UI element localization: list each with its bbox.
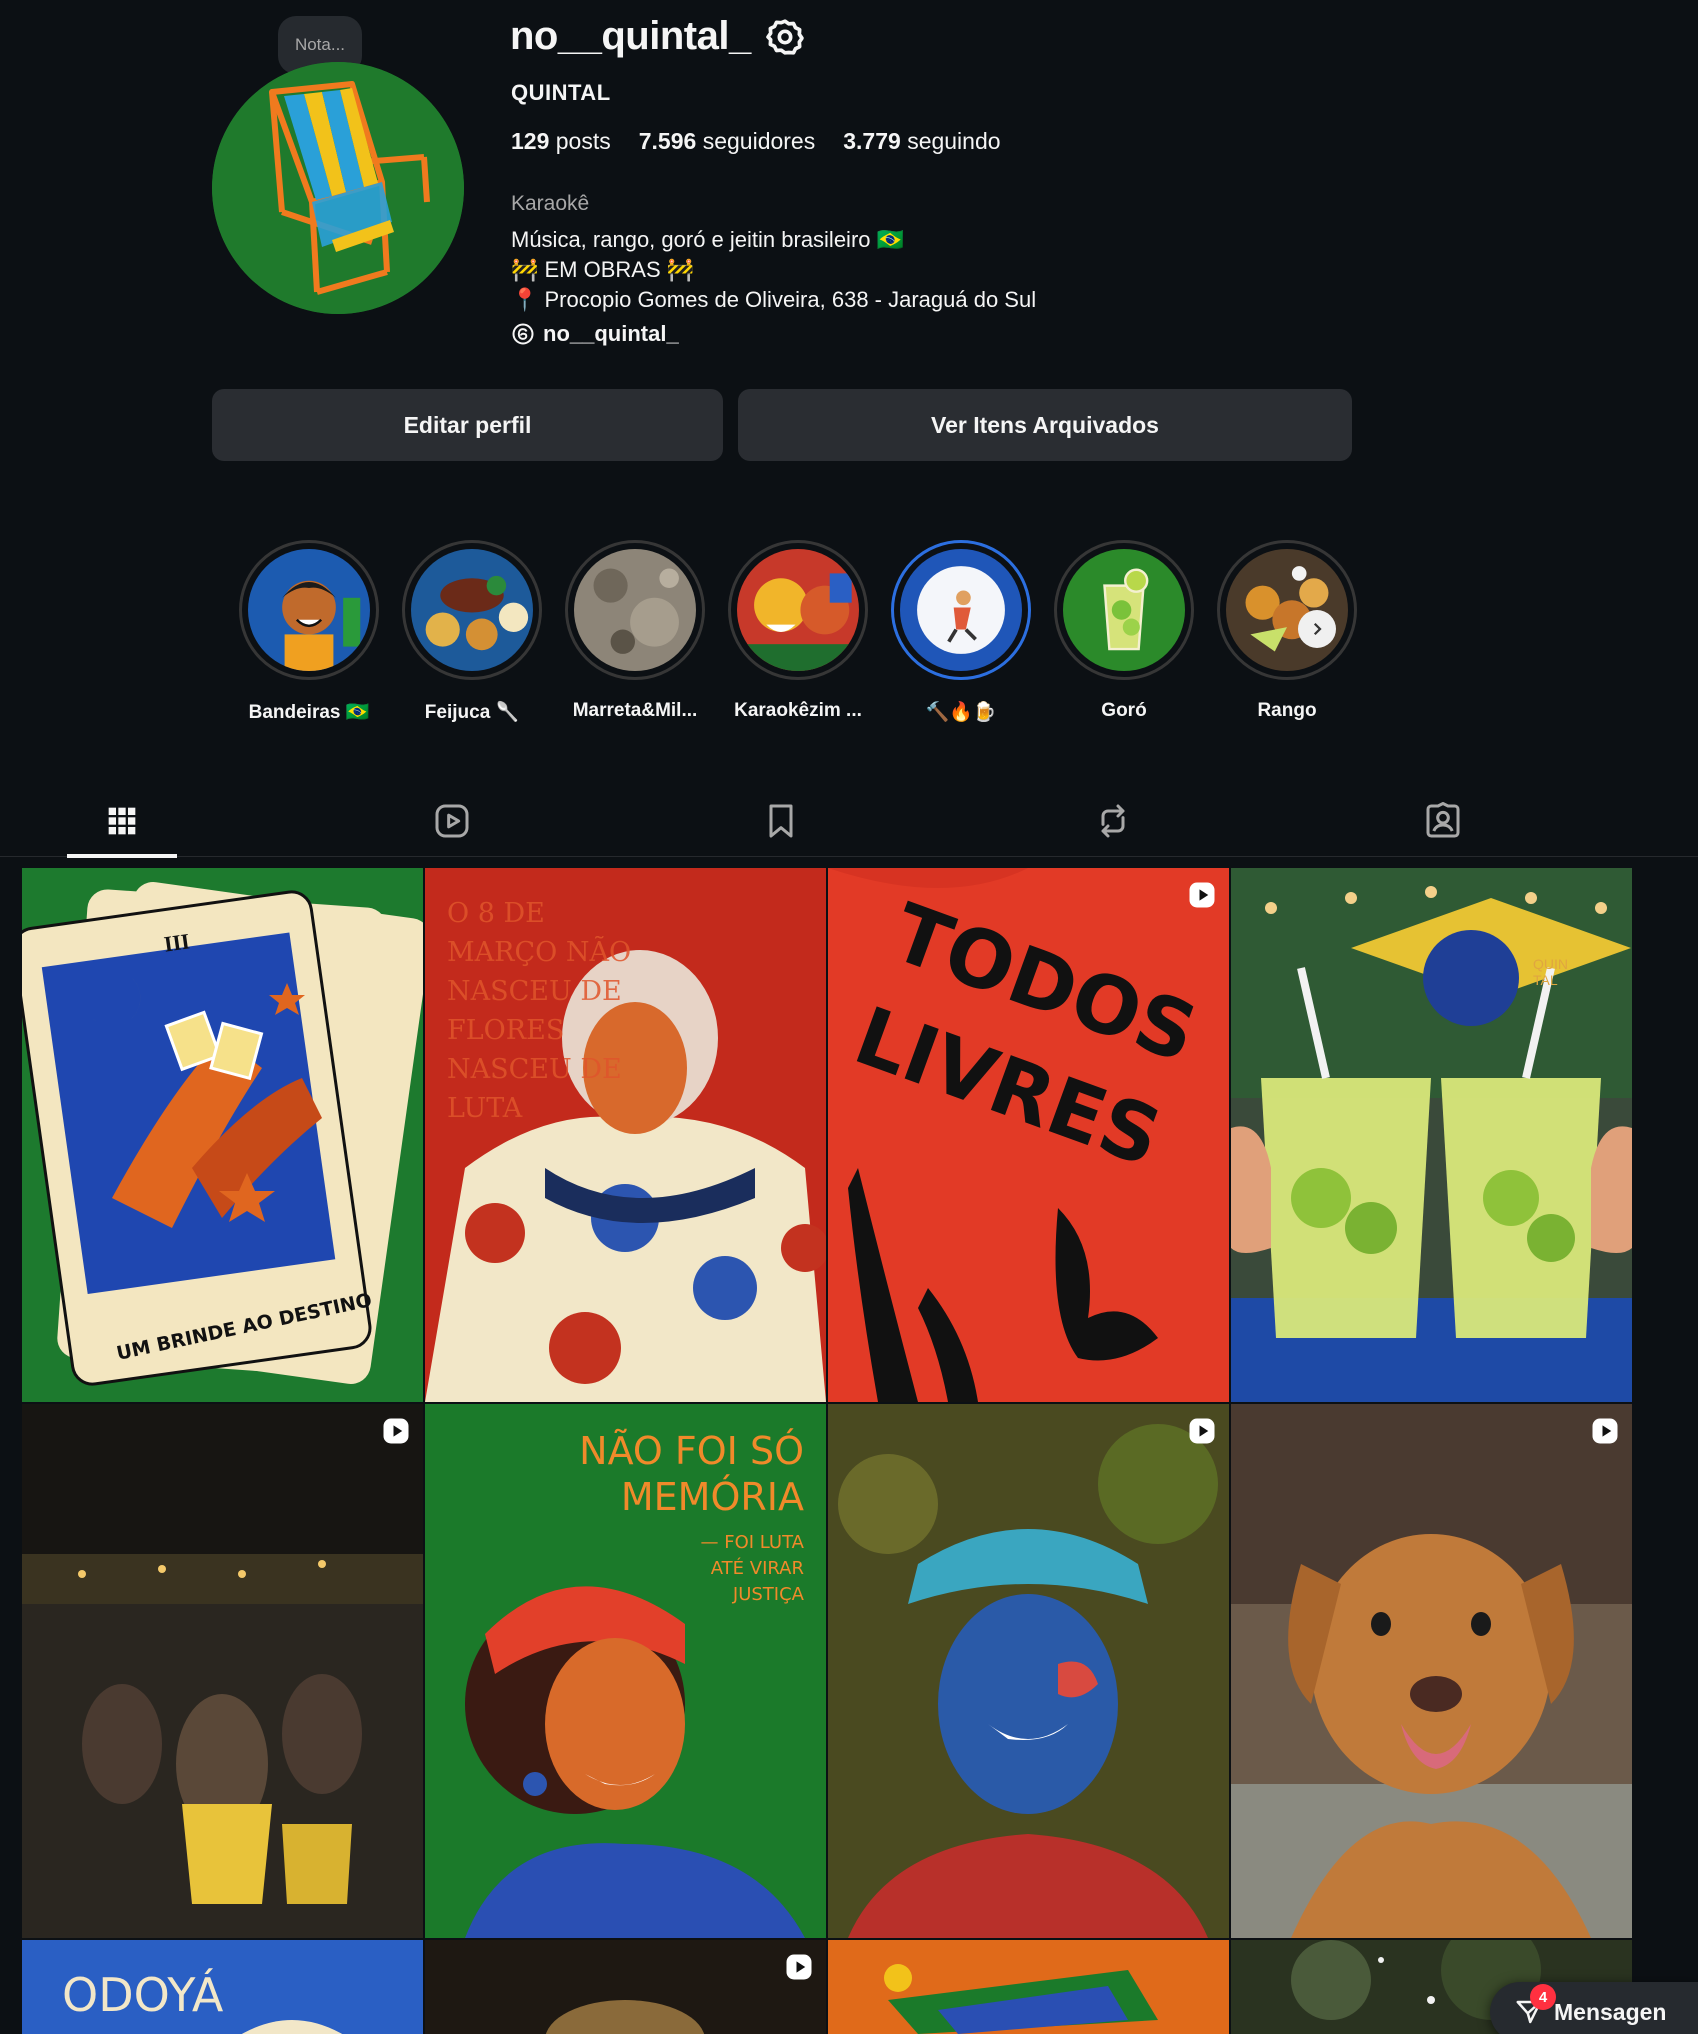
followers-stat[interactable]: 7.596 seguidores (639, 128, 815, 155)
bio-line: 🚧 EM OBRAS 🚧 (511, 257, 695, 282)
highlight-cover (1226, 549, 1348, 671)
tab-reposts[interactable] (1058, 785, 1168, 857)
threads-handle: no__quintal_ (543, 321, 679, 346)
posts-count: 129 (511, 128, 550, 154)
profile-bio: Música, rango, goró e jeitin brasileiro … (511, 225, 1036, 315)
tab-tagged[interactable] (1388, 785, 1498, 857)
following-label: seguindo (907, 128, 1001, 154)
reel-icon (383, 1418, 409, 1444)
posts-grid: UM BRINDE AO DESTINO III O 8 DE MARÇO NÃ… (22, 868, 1634, 1938)
post-caption-text: QUIN TAL (1533, 956, 1568, 988)
posts-label: posts (555, 128, 611, 154)
post-thumbnail[interactable]: ODOYÁ (22, 1940, 423, 2034)
highlight-item[interactable]: Goró (1054, 540, 1194, 722)
profile-category: Karaokê (511, 192, 590, 215)
tarot-numeral: III (162, 928, 192, 957)
post-thumbnail[interactable] (828, 1940, 1229, 2034)
tagged-icon (1426, 802, 1460, 838)
post-thumbnail[interactable]: O 8 DE MARÇO NÃO NASCEU DE FLORES NASCEU… (425, 868, 826, 1402)
bookmark-icon (769, 804, 793, 838)
messages-button[interactable]: 4 Mensagen (1490, 1982, 1698, 2034)
highlight-cover (574, 549, 696, 671)
post-thumbnail[interactable]: TODOS LIVRES (828, 868, 1229, 1402)
post-caption-text: ODOYÁ (62, 1968, 224, 2022)
tab-posts[interactable] (67, 785, 177, 858)
highlight-item[interactable]: Feijuca 🥄 (402, 540, 542, 724)
highlight-cover (248, 549, 370, 671)
post-caption-subtext: — FOI LUTA ATÉ VIRAR JUSTIÇA (700, 1532, 805, 1605)
reel-icon (1189, 882, 1215, 908)
edit-profile-button[interactable]: Editar perfil (212, 389, 723, 461)
highlight-label: Karaokêzim ... (734, 700, 862, 721)
highlight-label: 🔨🔥🍺 (925, 702, 997, 723)
grid-icon (108, 807, 136, 835)
highlight-label: Goró (1101, 700, 1147, 721)
bio-line: Música, rango, goró e jeitin brasileiro … (511, 227, 905, 252)
reel-icon (786, 1954, 812, 1980)
highlights-next-button[interactable] (1298, 610, 1336, 648)
profile-tabs (0, 785, 1698, 858)
highlight-item[interactable]: Rango (1217, 540, 1357, 722)
tab-saved[interactable] (726, 785, 836, 857)
reel-icon (1189, 1418, 1215, 1444)
avatar[interactable] (212, 62, 464, 314)
highlight-cover (1063, 549, 1185, 671)
unread-badge: 4 (1530, 1984, 1556, 2010)
messages-label: Mensagen (1554, 1998, 1667, 2025)
followers-label: seguidores (702, 128, 816, 154)
display-name: QUINTAL (511, 80, 611, 105)
post-thumbnail[interactable]: NÃO FOI SÓ MEMÓRIA — FOI LUTA ATÉ VIRAR … (425, 1404, 826, 1938)
following-stat[interactable]: 3.779 seguindo (843, 128, 1000, 155)
highlight-label: Rango (1257, 700, 1317, 721)
highlight-cover (411, 549, 533, 671)
post-thumbnail[interactable]: QUIN TAL (1231, 868, 1632, 1402)
highlight-item[interactable]: 🔨🔥🍺 (891, 540, 1031, 724)
reels-icon (435, 804, 469, 838)
post-thumbnail[interactable] (828, 1404, 1229, 1938)
reel-icon (1592, 1418, 1618, 1444)
post-thumbnail[interactable] (22, 1404, 423, 1938)
posts-stat: 129 posts (511, 128, 611, 155)
repost-icon (1101, 804, 1125, 838)
posts-grid-row: ODOYÁ (22, 1940, 1634, 2034)
bio-line: 📍 Procopio Gomes de Oliveira, 638 - Jara… (511, 287, 1037, 312)
highlight-item[interactable]: Bandeiras 🇧🇷 (239, 540, 379, 724)
tab-reels[interactable] (397, 785, 507, 857)
story-highlights: Bandeiras 🇧🇷 Feijuca 🥄 Marreta&Mil... Ka… (0, 540, 1698, 723)
post-thumbnail[interactable]: UM BRINDE AO DESTINO III (22, 868, 423, 1402)
chevron-right-icon (1313, 622, 1322, 636)
threads-icon (512, 323, 534, 345)
highlight-label: Bandeiras 🇧🇷 (248, 702, 370, 723)
highlight-cover (900, 549, 1022, 671)
gear-icon[interactable] (765, 17, 805, 57)
highlight-label: Marreta&Mil... (572, 700, 698, 721)
profile-stats: 129 posts 7.596 seguidores 3.779 seguind… (511, 128, 1001, 155)
post-caption-text: NÃO FOI SÓ MEMÓRIA (579, 1429, 804, 1519)
archive-button[interactable]: Ver Itens Arquivados (738, 389, 1352, 461)
highlight-cover (737, 549, 859, 671)
followers-count: 7.596 (638, 128, 697, 154)
highlight-item[interactable]: Karaokêzim ... (728, 540, 868, 722)
username: no__quintal_ (510, 14, 751, 58)
post-thumbnail[interactable] (1231, 1404, 1632, 1938)
note-placeholder: Nota... (294, 35, 346, 54)
highlight-item[interactable]: Marreta&Mil... (565, 540, 705, 722)
following-count: 3.779 (843, 128, 901, 154)
post-caption-text: O 8 DE MARÇO NÃO NASCEU DE FLORES NASCEU… (447, 898, 632, 1124)
post-thumbnail[interactable] (425, 1940, 826, 2034)
highlight-label: Feijuca 🥄 (424, 702, 520, 723)
threads-link[interactable]: no__quintal_ (511, 321, 679, 347)
